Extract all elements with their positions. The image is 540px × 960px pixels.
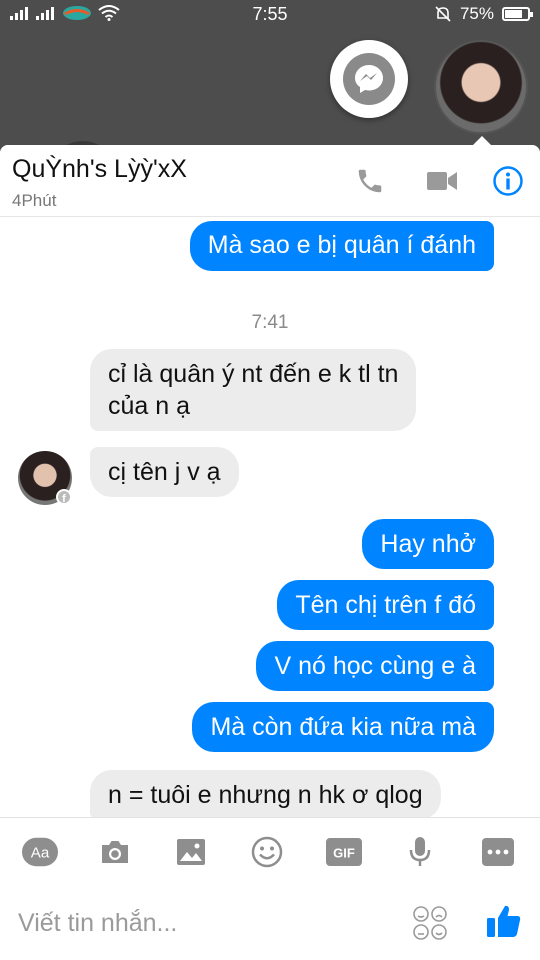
messenger-chat-head[interactable] <box>330 40 408 118</box>
chat-header: QuỲnh's Lỳỳ'xX 4Phút <box>0 145 540 217</box>
message-timestamp: 7:41 <box>251 312 289 333</box>
message-input[interactable] <box>18 905 398 941</box>
gif-icon[interactable]: GIF <box>326 835 362 869</box>
messenger-icon <box>343 53 395 105</box>
incoming-message[interactable]: n = tuôi e nhưng n hk ơ qlog <box>90 770 441 817</box>
silent-bell-icon <box>435 6 451 22</box>
phone-icon[interactable] <box>352 163 388 199</box>
camera-icon[interactable] <box>97 835 133 869</box>
outgoing-message[interactable]: Mà còn đứa kia nữa mà <box>192 702 494 752</box>
status-bar: 7:55 75% <box>0 0 540 30</box>
incoming-message[interactable]: cị tên j v ạ <box>90 447 239 497</box>
outgoing-message[interactable]: Tên chị trên f đó <box>277 580 494 630</box>
emoji-icon[interactable] <box>249 835 285 869</box>
text-format-label: Aa <box>31 845 50 862</box>
outgoing-message[interactable]: Hay nhở <box>362 519 494 569</box>
message-line: của n ạ <box>108 392 191 420</box>
battery-percent: 75% <box>459 4 494 23</box>
video-icon[interactable] <box>424 163 460 199</box>
chat-panel: QuỲnh's Lỳỳ'xX 4Phút Mà sao e bị quân í … <box>0 145 540 960</box>
contact-status: 4Phút <box>12 191 57 210</box>
more-icon[interactable] <box>480 835 516 869</box>
status-right: 75% <box>434 4 533 24</box>
message-composer <box>0 885 540 960</box>
composer-toolbar: Aa GIF <box>0 817 540 885</box>
contact-name[interactable]: QuỲnh's Lỳỳ'xX <box>12 155 187 184</box>
gif-label: GIF <box>333 846 355 861</box>
microphone-icon[interactable] <box>402 835 438 869</box>
outgoing-message[interactable]: Mà sao e bị quân í đánh <box>189 221 494 271</box>
contact-avatar[interactable] <box>434 40 528 134</box>
outgoing-message[interactable]: V nó học cùng e à <box>256 641 494 691</box>
info-icon[interactable] <box>490 163 526 199</box>
facebook-badge-icon: f <box>56 489 72 505</box>
battery-icon <box>502 7 533 21</box>
emoji-face-icon[interactable] <box>412 905 448 946</box>
text-format-icon[interactable]: Aa <box>22 835 58 869</box>
message-line: cỉ là quân ý nt đến e k tl tn <box>108 360 399 388</box>
incoming-message[interactable]: cỉ là quân ý nt đến e k tl tn của n ạ <box>90 349 417 431</box>
image-icon[interactable] <box>173 835 209 869</box>
thumbs-up-icon[interactable] <box>484 901 524 946</box>
message-list[interactable]: Mà sao e bị quân í đánh 7:41 cỉ là quân … <box>0 217 540 817</box>
